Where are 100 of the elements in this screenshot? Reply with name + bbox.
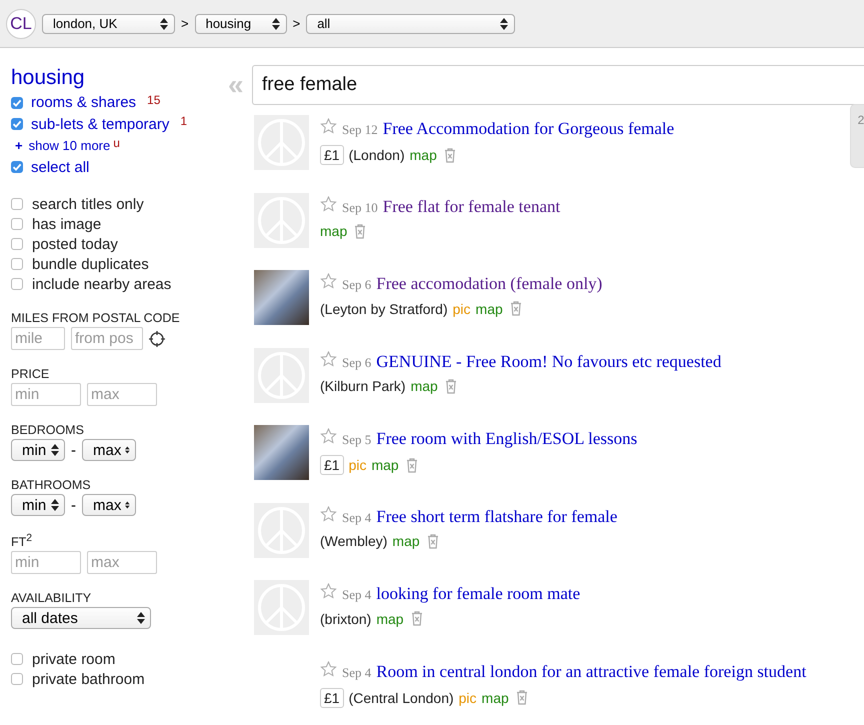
- breadcrumb-separator: >: [181, 16, 189, 31]
- option-label: bundle duplicates: [32, 256, 149, 272]
- input-field[interactable]: from pos: [71, 327, 143, 350]
- filter-label: BATHROOMS: [11, 478, 92, 492]
- photo-placeholder[interactable]: [254, 425, 309, 480]
- listing-title-link[interactable]: Room in central london for an attractive female foreign student: [376, 662, 806, 682]
- filter-label: BEDROOMS: [11, 423, 85, 437]
- updown-arrows-icon: [125, 444, 130, 456]
- location-text: (Central London): [348, 690, 454, 706]
- post-date: Sep 4: [342, 510, 372, 526]
- location-text: (London): [348, 147, 405, 163]
- map-link[interactable]: map: [376, 610, 404, 626]
- option-label: search titles only: [32, 196, 144, 212]
- listing-title-link[interactable]: looking for female room mate: [376, 584, 580, 604]
- location-text: (Leyton by Stratford): [320, 300, 448, 316]
- crosshair-icon[interactable]: [149, 330, 165, 346]
- post-date: Sep 4: [342, 587, 372, 603]
- photo-placeholder[interactable]: [254, 270, 309, 325]
- location-text: (Wembley): [320, 533, 388, 549]
- price-tag: £1: [320, 455, 344, 475]
- star-icon[interactable]: [320, 583, 337, 599]
- site-logo[interactable]: CL: [6, 8, 36, 38]
- checkbox[interactable]: [11, 198, 23, 210]
- updown-arrows-icon: [51, 499, 59, 511]
- star-icon[interactable]: [320, 428, 337, 444]
- search-field[interactable]: free female: [252, 65, 864, 105]
- availability-dropdown[interactable]: all dates: [11, 607, 151, 630]
- checkbox[interactable]: [11, 278, 23, 290]
- input-field[interactable]: min: [11, 551, 81, 574]
- post-date: Sep 6: [342, 354, 372, 370]
- result-count: 15: [147, 92, 160, 107]
- price-tag: £1: [320, 688, 344, 708]
- post-date: Sep 4: [342, 664, 372, 680]
- map-link[interactable]: map: [482, 690, 509, 706]
- star-icon[interactable]: [320, 506, 337, 522]
- post-date: Sep 12: [342, 122, 378, 138]
- pic-tag: pic: [452, 300, 471, 316]
- filter-label: MILES FROM POSTAL CODE: [11, 311, 181, 325]
- star-icon[interactable]: [320, 273, 337, 289]
- checkbox[interactable]: [11, 218, 23, 230]
- option-label: private room: [32, 650, 116, 668]
- breadcrumb-dropdown[interactable]: all: [306, 14, 516, 34]
- pic-tag: pic: [458, 690, 477, 706]
- pic-tag: pic: [348, 457, 366, 473]
- breadcrumb-dropdown[interactable]: housing: [194, 14, 287, 34]
- map-link[interactable]: map: [476, 300, 503, 316]
- category-link[interactable]: sub-lets & temporary: [31, 116, 170, 133]
- map-link[interactable]: map: [392, 533, 420, 549]
- max-dropdown[interactable]: max: [82, 494, 136, 516]
- updown-arrows-icon: [125, 499, 130, 511]
- input-field[interactable]: max: [87, 551, 157, 574]
- filter-label: AVAILABILITY: [11, 591, 92, 606]
- max-dropdown[interactable]: max: [82, 439, 136, 461]
- price-tag: £1: [320, 145, 344, 165]
- category-heading[interactable]: housing: [11, 66, 85, 90]
- checkbox[interactable]: [11, 118, 23, 130]
- star-icon[interactable]: [320, 660, 337, 676]
- checkbox[interactable]: [11, 161, 23, 174]
- star-icon[interactable]: [320, 196, 337, 212]
- location-text: (Kilburn Park): [320, 378, 406, 394]
- post-date: Sep 10: [342, 200, 378, 216]
- range-dash: -: [71, 442, 76, 458]
- min-dropdown[interactable]: min: [11, 494, 65, 516]
- category-link[interactable]: rooms & shares: [31, 94, 136, 112]
- category-link[interactable]: select all: [31, 158, 90, 176]
- listing-title-link[interactable]: Free room with English/ESOL lessons: [376, 429, 638, 449]
- post-date: Sep 5: [342, 432, 372, 448]
- listing-title-link[interactable]: Free flat for female tenant: [382, 196, 560, 216]
- input-field[interactable]: max: [87, 383, 157, 406]
- min-dropdown[interactable]: min: [11, 439, 65, 461]
- listing-title-link[interactable]: Free accomodation (female only): [376, 274, 602, 294]
- star-icon[interactable]: [320, 118, 337, 134]
- show-more-link[interactable]: + show 10 more: [15, 138, 110, 154]
- checkbox[interactable]: [11, 238, 23, 250]
- listing-title-link[interactable]: GENUINE - Free Room! No favours etc requested: [376, 352, 722, 372]
- updown-arrows-icon: [51, 444, 59, 456]
- breadcrumb-separator: >: [292, 16, 300, 31]
- map-link[interactable]: map: [371, 457, 399, 473]
- filter-label: FT$^{2}$: [11, 533, 34, 550]
- option-label: private bathroom: [32, 670, 145, 688]
- location-text: (brixton): [320, 610, 372, 626]
- star-icon[interactable]: [320, 350, 337, 366]
- breadcrumb-dropdown[interactable]: london, UK: [42, 14, 175, 34]
- map-link[interactable]: map: [410, 147, 437, 163]
- result-count: u: [113, 136, 120, 150]
- updown-arrows-icon: [137, 612, 145, 624]
- updown-arrows-icon: [500, 18, 508, 30]
- range-dash: -: [71, 496, 76, 514]
- map-link[interactable]: map: [410, 378, 438, 394]
- updown-arrows-icon: [272, 18, 280, 30]
- map-link[interactable]: map: [320, 223, 348, 239]
- listing-title-link[interactable]: Free Accommodation for Gorgeous female: [382, 119, 674, 139]
- input-field[interactable]: mile: [11, 327, 65, 350]
- checkbox[interactable]: [11, 258, 23, 270]
- checkbox[interactable]: [11, 653, 23, 666]
- checkbox[interactable]: [11, 673, 23, 686]
- post-date: Sep 6: [342, 277, 372, 293]
- checkbox[interactable]: [11, 96, 23, 109]
- input-field[interactable]: min: [11, 383, 81, 406]
- listing-title-link[interactable]: Free short term flatshare for female: [376, 506, 618, 526]
